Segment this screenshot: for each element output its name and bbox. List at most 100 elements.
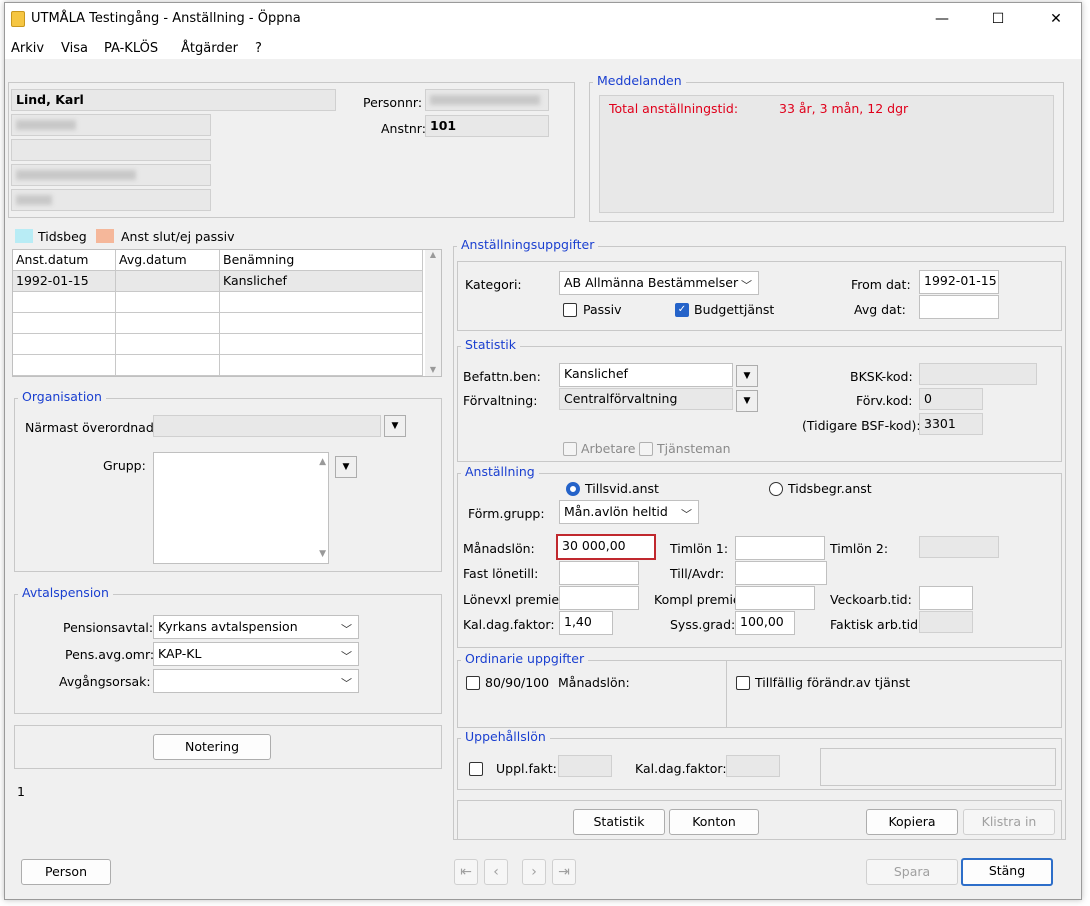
menu-pa-klos[interactable]: PA-KLÖS: [104, 41, 158, 56]
narmast-dropdown-icon[interactable]: ▼: [384, 415, 406, 437]
klistra-in-button[interactable]: Klistra in: [963, 809, 1055, 835]
personnr-label: Personnr:: [363, 95, 423, 110]
scroll-down-icon[interactable]: ▼: [319, 549, 326, 559]
menu-visa[interactable]: Visa: [61, 41, 88, 56]
uppl-field: [558, 755, 612, 777]
kategori-select[interactable]: AB Allmänna Bestämmelser ﹀: [559, 271, 759, 295]
arbetare-checkbox[interactable]: [563, 442, 577, 456]
forvaltning-dropdown-icon[interactable]: ▼: [736, 390, 758, 412]
employment-table[interactable]: Anst.datum Avg.datum Benämning 1992-01-1…: [12, 249, 442, 377]
anst-slut-swatch: [96, 229, 114, 243]
app-window: UTMÅLA Testingång - Anställning - Öppna …: [4, 2, 1082, 900]
tidsbegr-radio[interactable]: [769, 482, 783, 496]
table-scrollbar[interactable]: ▲ ▼: [425, 250, 441, 376]
narmast-field[interactable]: [153, 415, 381, 437]
cell: [13, 355, 116, 376]
avg-dat-field[interactable]: [919, 295, 999, 319]
till-avdr-field[interactable]: [735, 561, 827, 585]
pens-avg-select[interactable]: KAP-KL ﹀: [153, 642, 359, 666]
chevron-down-icon: ﹀: [741, 279, 752, 292]
kopiera-button[interactable]: Kopiera: [866, 809, 958, 835]
anstnr-field: 101: [425, 115, 549, 137]
chevron-down-icon: ﹀: [341, 650, 352, 663]
notering-button[interactable]: Notering: [153, 734, 271, 760]
col-benamning[interactable]: Benämning: [220, 250, 423, 271]
tidsbeg-label: Tidsbeg: [38, 229, 87, 244]
table-row[interactable]: [13, 313, 423, 334]
table-row[interactable]: 1992-01-15 Kanslichef: [13, 271, 423, 292]
kompl-field[interactable]: [735, 586, 815, 610]
tillfallig-checkbox[interactable]: [736, 676, 750, 690]
prev-icon[interactable]: ‹: [484, 859, 508, 885]
ordinarie-divider: [726, 660, 727, 728]
syss-grad-field[interactable]: 100,00: [735, 611, 795, 635]
menu-atgarder[interactable]: Åtgärder: [181, 41, 238, 56]
from-dat-field[interactable]: 1992-01-15: [919, 270, 999, 294]
col-anst-datum[interactable]: Anst.datum: [13, 250, 116, 271]
tjansteman-label: Tjänsteman: [657, 441, 731, 456]
befattn-dropdown-icon[interactable]: ▼: [736, 365, 758, 387]
anstallningsuppgifter-title: Anställningsuppgifter: [457, 237, 599, 252]
menu-help[interactable]: ?: [255, 41, 262, 56]
forv-kod-field: 0: [919, 388, 983, 410]
table-row[interactable]: [13, 334, 423, 355]
avgangsorsak-select[interactable]: ﹀: [153, 669, 359, 693]
forvaltning-field[interactable]: Centralförvaltning: [559, 388, 733, 410]
lonevxl-label: Lönevxl premie:: [463, 592, 564, 607]
uppl-label: Uppl.fakt:: [496, 761, 557, 776]
kal-dag-field[interactable]: 1,40: [559, 611, 613, 635]
messages-title: Meddelanden: [593, 73, 686, 88]
bksk-label: BKSK-kod:: [850, 369, 913, 384]
total-anst-value: 33 år, 3 mån, 12 dgr: [779, 101, 909, 116]
grupp-list[interactable]: ▲ ▼: [153, 452, 329, 564]
befattn-field[interactable]: Kanslichef: [559, 363, 733, 387]
first-icon[interactable]: ⇤: [454, 859, 478, 885]
avgangsorsak-label: Avgångsorsak:: [59, 674, 151, 689]
manadslon-label: Månadslön:: [463, 541, 535, 556]
tidsbegr-label: Tidsbegr.anst: [788, 481, 872, 496]
manadslon-field[interactable]: 30 000,00: [556, 534, 656, 560]
timlon2-label: Timlön 2:: [830, 541, 889, 556]
person-button[interactable]: Person: [21, 859, 111, 885]
person-name: Lind, Karl: [11, 89, 336, 111]
stang-button[interactable]: Stäng: [961, 858, 1053, 886]
spara-button[interactable]: Spara: [866, 859, 958, 885]
cell: [116, 292, 220, 313]
cell: [116, 313, 220, 334]
personnr-field: [425, 89, 549, 111]
syss-grad-label: Syss.grad:: [670, 617, 736, 632]
table-row[interactable]: [13, 355, 423, 376]
scroll-up-icon[interactable]: ▲: [319, 457, 326, 467]
forv-kod-label: Förv.kod:: [856, 393, 913, 408]
veckoarb-field[interactable]: [919, 586, 973, 610]
menu-arkiv[interactable]: Arkiv: [11, 41, 44, 56]
maximize-button[interactable]: ☐: [975, 3, 1021, 35]
budgettjanst-checkbox[interactable]: ✓: [675, 303, 689, 317]
passiv-checkbox[interactable]: [563, 303, 577, 317]
minimize-button[interactable]: —: [919, 3, 965, 35]
col-avg-datum[interactable]: Avg.datum: [116, 250, 220, 271]
next-icon[interactable]: ›: [522, 859, 546, 885]
last-icon[interactable]: ⇥: [552, 859, 576, 885]
scroll-up-icon[interactable]: ▲: [425, 250, 441, 259]
table-row[interactable]: [13, 292, 423, 313]
uppl-checkbox[interactable]: [469, 762, 483, 776]
arbetare-label: Arbetare: [581, 441, 636, 456]
tillsvid-radio[interactable]: [566, 482, 580, 496]
fast-lonetill-field[interactable]: [559, 561, 639, 585]
konton-button[interactable]: Konton: [669, 809, 759, 835]
statistik-button[interactable]: Statistik: [573, 809, 665, 835]
pensionsavtal-select[interactable]: Kyrkans avtalspension ﹀: [153, 615, 359, 639]
uppehall-panel: [820, 748, 1056, 786]
grupp-dropdown-icon[interactable]: ▼: [335, 456, 357, 478]
close-button[interactable]: ✕: [1033, 3, 1079, 35]
tjansteman-checkbox[interactable]: [639, 442, 653, 456]
tillfallig-label: Tillfällig förändr.av tjänst: [755, 675, 911, 690]
timlon1-field[interactable]: [735, 536, 825, 560]
cell: [220, 334, 423, 355]
form-grupp-select[interactable]: Mån.avlön heltid ﹀: [559, 500, 699, 524]
lonevxl-field[interactable]: [559, 586, 639, 610]
scroll-down-icon[interactable]: ▼: [425, 365, 441, 374]
bksk-field: [919, 363, 1037, 385]
cb-80-90-100[interactable]: [466, 676, 480, 690]
